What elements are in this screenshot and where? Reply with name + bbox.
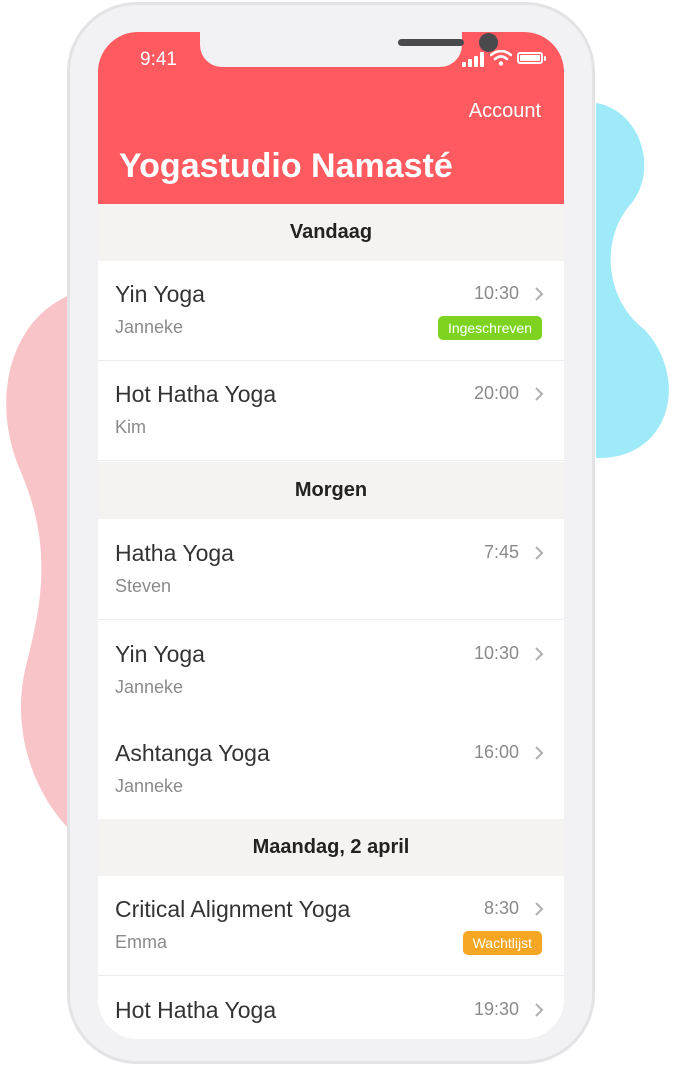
section-header-monday: Maandag, 2 april (98, 819, 564, 876)
app-header: 9:41 Account Yogastudio Namasté (98, 32, 564, 204)
class-row[interactable]: Hot Hatha Yoga 19:30 (98, 977, 564, 1039)
app-screen: 9:41 Account Yogastudio Namasté Vandaag … (98, 32, 564, 1039)
class-row[interactable]: Ashtanga Yoga Janneke 16:00 (98, 720, 564, 820)
pink-blob (6, 295, 70, 830)
section-header-tomorrow: Morgen (98, 462, 564, 519)
chevron-right-icon (535, 387, 544, 401)
chevron-right-icon (535, 746, 544, 760)
chevron-right-icon (535, 287, 544, 301)
class-teacher: Steven (115, 576, 172, 596)
class-row[interactable]: Critical Alignment Yoga Emma 8:30 Wachtl… (98, 876, 564, 976)
status-time: 9:41 (140, 49, 177, 70)
status-badge-waitlist: Wachtlijst (462, 931, 542, 955)
class-name: Hatha Yoga (115, 540, 234, 566)
wifi-icon (490, 50, 512, 66)
class-name: Yin Yoga (115, 641, 205, 667)
page-title: Yogastudio Namasté (119, 147, 453, 185)
chevron-right-icon (535, 647, 544, 661)
class-teacher: Janneke (115, 776, 184, 796)
class-time: 19:30 (473, 999, 519, 1019)
class-time: 16:00 (473, 742, 519, 762)
class-row[interactable]: Yin Yoga Janneke 10:30 Ingeschreven (98, 261, 564, 361)
class-time: 10:30 (473, 283, 519, 303)
class-time: 8:30 (483, 898, 519, 918)
signal-icon (462, 51, 487, 67)
status-badge-registered: Ingeschreven (437, 316, 542, 340)
phone-notch (200, 32, 498, 67)
account-link[interactable]: Account (469, 100, 541, 123)
class-row[interactable]: Hot Hatha Yoga Kim 20:00 (98, 361, 564, 461)
class-time: 7:45 (483, 542, 519, 562)
class-name: Ashtanga Yoga (115, 740, 270, 766)
class-name: Hot Hatha Yoga (115, 381, 277, 407)
class-teacher: Janneke (115, 677, 184, 697)
speaker-icon (398, 39, 464, 46)
class-teacher: Kim (115, 417, 146, 437)
class-teacher: Emma (115, 932, 168, 952)
blue-blob (596, 103, 669, 459)
class-name: Critical Alignment Yoga (115, 896, 351, 922)
class-name: Hot Hatha Yoga (115, 997, 277, 1023)
class-row[interactable]: Hatha Yoga Steven 7:45 (98, 520, 564, 620)
class-time: 10:30 (473, 643, 519, 663)
class-time: 20:00 (473, 383, 519, 403)
section-header-today: Vandaag (98, 204, 564, 261)
class-teacher: Janneke (115, 317, 184, 337)
class-name: Yin Yoga (115, 281, 205, 307)
battery-icon (517, 52, 546, 64)
class-row[interactable]: Yin Yoga Janneke 10:30 (98, 621, 564, 721)
chevron-right-icon (535, 902, 544, 916)
chevron-right-icon (535, 1003, 544, 1017)
chevron-right-icon (535, 546, 544, 560)
